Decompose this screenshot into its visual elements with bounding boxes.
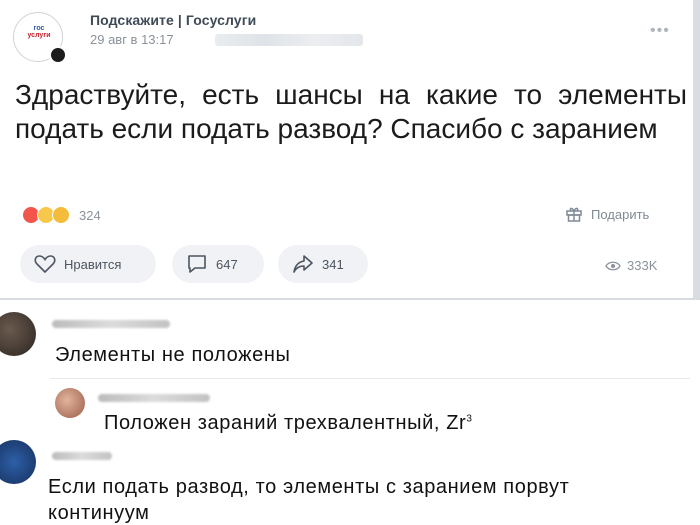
heart-icon	[34, 255, 56, 274]
wow-reaction-icon	[52, 206, 70, 224]
comments-button[interactable]: 647	[172, 245, 264, 283]
comment-text: Элементы не положены	[55, 344, 291, 366]
reply-avatar[interactable]	[55, 388, 85, 418]
eye-icon	[605, 261, 621, 270]
comment-author-blurred[interactable]	[52, 320, 170, 328]
post-text: Здраствуйте, есть шансы на какие то элем…	[15, 79, 687, 144]
views-count: 333K	[627, 258, 658, 273]
ellipsis-icon[interactable]: •••	[650, 22, 670, 40]
post-card: гос услуги Подскажите | Госуслуги 29 авг …	[0, 0, 700, 300]
community-name[interactable]: Подскажите | Госуслуги	[90, 12, 256, 28]
reply-text: Положен зараний трехвалентный, Zr3	[104, 412, 473, 434]
post-date[interactable]: 29 авг в 13:17	[90, 32, 174, 47]
comment-icon	[188, 255, 206, 273]
comment-text-line2: континуум	[48, 502, 150, 524]
comment-text-line1: Если подать развод, то элементы с зарани…	[48, 476, 570, 498]
comments-count: 647	[216, 256, 238, 272]
like-button[interactable]: Нравится	[20, 245, 156, 283]
gift-label: Подарить	[591, 206, 650, 222]
share-button[interactable]: 341	[278, 245, 368, 283]
reactions-count: 324	[79, 207, 101, 223]
card-edge	[693, 0, 700, 300]
like-label: Нравится	[64, 256, 122, 272]
comment-divider	[50, 378, 690, 379]
reactions-summary[interactable]: 324	[22, 205, 101, 225]
gift-button[interactable]: Подарить	[565, 205, 649, 223]
reply-author-blurred[interactable]	[98, 394, 210, 402]
comment-author-blurred[interactable]	[52, 452, 112, 460]
shares-count: 341	[322, 256, 344, 272]
gift-icon	[566, 207, 582, 222]
share-icon	[293, 255, 313, 273]
blurred-field	[215, 34, 363, 46]
community-avatar[interactable]: гос услуги	[13, 12, 67, 64]
online-status-icon	[49, 46, 67, 64]
views-counter: 333K	[605, 258, 657, 273]
